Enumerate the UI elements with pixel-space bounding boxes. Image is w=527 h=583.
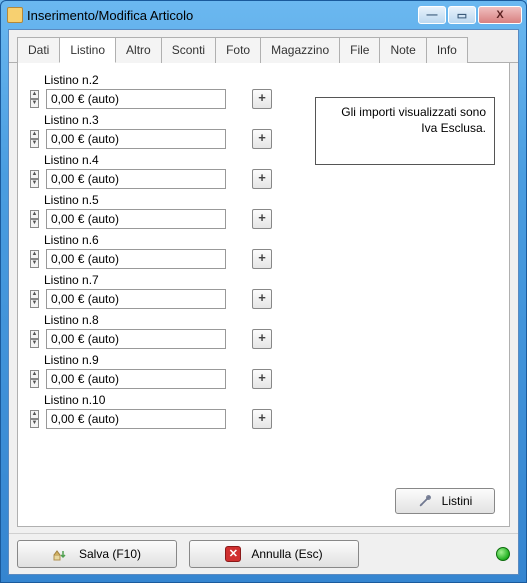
listino-field-line: ▲▼ + xyxy=(30,369,497,389)
spinner-down-button[interactable]: ▼ xyxy=(30,259,39,268)
spinner: ▲▼ xyxy=(30,170,40,188)
listino-field-line: ▲▼ + xyxy=(30,409,497,429)
spinner-up-button[interactable]: ▲ xyxy=(30,410,39,419)
spinner-down-button[interactable]: ▼ xyxy=(30,299,39,308)
listino-row: Listino n.10 ▲▼ + xyxy=(30,393,497,429)
listini-button-label: Listini xyxy=(442,494,473,508)
spinner: ▲▼ xyxy=(30,370,40,388)
listino-label: Listino n.2 xyxy=(30,73,497,87)
listino-label: Listino n.10 xyxy=(30,393,497,407)
add-button[interactable]: + xyxy=(252,409,272,429)
listino-label: Listino n.7 xyxy=(30,273,497,287)
spinner-down-button[interactable]: ▼ xyxy=(30,219,39,228)
tab-note[interactable]: Note xyxy=(379,37,426,63)
cancel-icon: ✕ xyxy=(225,546,241,562)
listino-value-input[interactable] xyxy=(46,409,226,429)
listino-label: Listino n.5 xyxy=(30,193,497,207)
spinner-up-button[interactable]: ▲ xyxy=(30,210,39,219)
spinner-up-button[interactable]: ▲ xyxy=(30,130,39,139)
spinner-up-button[interactable]: ▲ xyxy=(30,170,39,179)
listino-value-input[interactable] xyxy=(46,289,226,309)
listino-field-line: ▲▼ + xyxy=(30,289,497,309)
save-icon xyxy=(53,547,69,561)
spinner: ▲▼ xyxy=(30,130,40,148)
window-title: Inserimento/Modifica Articolo xyxy=(27,8,418,23)
listino-row: Listino n.6 ▲▼ + xyxy=(30,233,497,269)
listino-row: Listino n.7 ▲▼ + xyxy=(30,273,497,309)
spinner-down-button[interactable]: ▼ xyxy=(30,139,39,148)
maximize-button[interactable]: ▭ xyxy=(448,6,476,24)
add-button[interactable]: + xyxy=(252,289,272,309)
info-box: Gli importi visualizzati sono Iva Esclus… xyxy=(315,97,495,165)
tab-file[interactable]: File xyxy=(339,37,380,63)
tab-listino[interactable]: Listino xyxy=(59,37,116,63)
add-button[interactable]: + xyxy=(252,169,272,189)
spinner-up-button[interactable]: ▲ xyxy=(30,290,39,299)
listino-value-input[interactable] xyxy=(46,369,226,389)
cancel-button[interactable]: ✕ Annulla (Esc) xyxy=(189,540,359,568)
minimize-button[interactable]: — xyxy=(418,6,446,24)
add-button[interactable]: + xyxy=(252,209,272,229)
spinner-down-button[interactable]: ▼ xyxy=(30,419,39,428)
tab-panel-listino: Listino n.2▲▼+Listino n.3▲▼+Listino n.4▲… xyxy=(17,63,510,527)
client-area: Dati Listino Altro Sconti Foto Magazzino… xyxy=(8,29,519,575)
cancel-button-label: Annulla (Esc) xyxy=(251,547,322,561)
tab-strip: Dati Listino Altro Sconti Foto Magazzino… xyxy=(9,30,518,63)
footer-bar: Salva (F10) ✕ Annulla (Esc) xyxy=(9,533,518,574)
listino-label: Listino n.8 xyxy=(30,313,497,327)
status-light-icon xyxy=(496,547,510,561)
tab-dati[interactable]: Dati xyxy=(17,37,60,63)
listino-value-input[interactable] xyxy=(46,169,226,189)
tab-sconti[interactable]: Sconti xyxy=(161,37,216,63)
tab-magazzino[interactable]: Magazzino xyxy=(260,37,340,63)
spinner-down-button[interactable]: ▼ xyxy=(30,339,39,348)
spinner-up-button[interactable]: ▲ xyxy=(30,370,39,379)
listino-value-input[interactable] xyxy=(46,209,226,229)
titlebar: Inserimento/Modifica Articolo — ▭ X xyxy=(1,1,526,29)
listini-button[interactable]: Listini xyxy=(395,488,495,514)
add-button[interactable]: + xyxy=(252,129,272,149)
spinner: ▲▼ xyxy=(30,250,40,268)
listino-field-line: ▲▼ + xyxy=(30,169,497,189)
tab-altro[interactable]: Altro xyxy=(115,37,162,63)
listino-field-line: ▲▼ + xyxy=(30,329,497,349)
spinner-up-button[interactable]: ▲ xyxy=(30,330,39,339)
spinner-up-button[interactable]: ▲ xyxy=(30,250,39,259)
listino-label: Listino n.6 xyxy=(30,233,497,247)
save-button[interactable]: Salva (F10) xyxy=(17,540,177,568)
spinner: ▲▼ xyxy=(30,290,40,308)
add-button[interactable]: + xyxy=(252,89,272,109)
close-button[interactable]: X xyxy=(478,6,522,24)
spinner-up-button[interactable]: ▲ xyxy=(30,90,39,99)
add-button[interactable]: + xyxy=(252,369,272,389)
app-icon xyxy=(7,7,23,23)
wrench-icon xyxy=(418,494,432,508)
listino-field-line: ▲▼ + xyxy=(30,249,497,269)
tab-foto[interactable]: Foto xyxy=(215,37,261,63)
listino-field-line: ▲▼ + xyxy=(30,209,497,229)
tab-info[interactable]: Info xyxy=(426,37,468,63)
listino-value-input[interactable] xyxy=(46,129,226,149)
listino-row: Listino n.9 ▲▼ + xyxy=(30,353,497,389)
spinner-down-button[interactable]: ▼ xyxy=(30,99,39,108)
spinner-down-button[interactable]: ▼ xyxy=(30,379,39,388)
add-button[interactable]: + xyxy=(252,249,272,269)
listino-value-input[interactable] xyxy=(46,249,226,269)
spinner-down-button[interactable]: ▼ xyxy=(30,179,39,188)
listino-row: Listino n.8 ▲▼ + xyxy=(30,313,497,349)
window-controls: — ▭ X xyxy=(418,6,522,24)
save-button-label: Salva (F10) xyxy=(79,547,141,561)
spinner: ▲▼ xyxy=(30,210,40,228)
listino-value-input[interactable] xyxy=(46,329,226,349)
add-button[interactable]: + xyxy=(252,329,272,349)
listino-label: Listino n.9 xyxy=(30,353,497,367)
spinner: ▲▼ xyxy=(30,330,40,348)
app-window: Inserimento/Modifica Articolo — ▭ X Dati… xyxy=(0,0,527,583)
spinner: ▲▼ xyxy=(30,90,40,108)
spinner: ▲▼ xyxy=(30,410,40,428)
listino-row: Listino n.5 ▲▼ + xyxy=(30,193,497,229)
listino-value-input[interactable] xyxy=(46,89,226,109)
